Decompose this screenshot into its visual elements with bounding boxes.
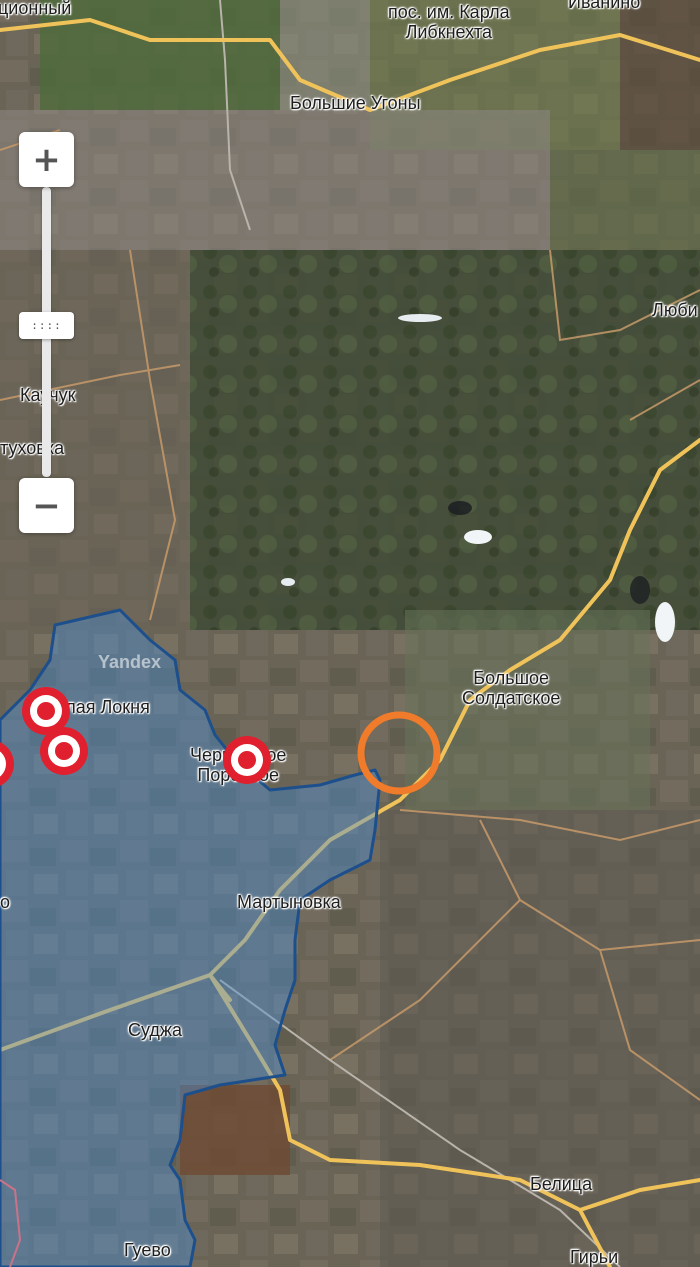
place-label-giri: Гирьи — [570, 1247, 619, 1267]
target-marker-icon[interactable] — [38, 725, 90, 777]
place-label-tukhovka: туховка — [0, 438, 65, 458]
place-label-lyubimovka: Люби — [652, 300, 698, 320]
place-label-guevo: Гуево — [124, 1240, 171, 1260]
target-marker-icon[interactable] — [0, 738, 16, 790]
target-marker-icon[interactable] — [221, 734, 273, 786]
map-view[interactable]: Yandex ционный пос. им. Карла Либкнехта … — [0, 0, 700, 1267]
place-label-sudzha: Суджа — [128, 1020, 182, 1040]
place-label-konstitutsionny: ционный — [0, 0, 72, 18]
orange-circle-icon — [357, 711, 441, 795]
place-label-karla-libknekhta: пос. им. Карла Либкнехта — [388, 2, 510, 42]
place-label-belitsa: Белица — [530, 1174, 593, 1194]
zoom-out-button[interactable]: − — [19, 478, 74, 533]
map-canvas[interactable] — [0, 0, 700, 1267]
yandex-watermark: Yandex — [98, 652, 162, 672]
place-label-martynovka: Мартыновка — [237, 892, 341, 912]
place-label-ivanino: Иванино — [568, 0, 641, 12]
zoom-in-button[interactable]: + — [19, 132, 74, 187]
place-label-bolshie-ugony: Большие Угоны — [290, 93, 421, 113]
place-label-left-edge: о — [0, 892, 11, 912]
zoom-slider-handle[interactable]: :::: — [19, 312, 74, 339]
place-label-bolshoe-soldatskoe: Большое Солдатское — [462, 668, 561, 708]
